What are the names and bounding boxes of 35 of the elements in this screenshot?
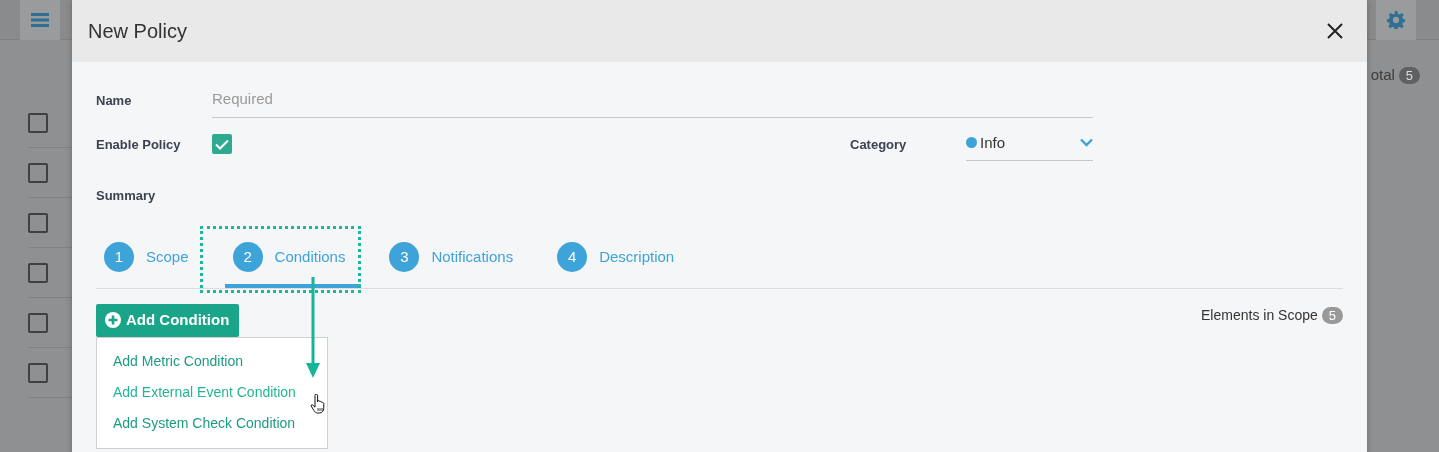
- settings-icon: [1387, 11, 1405, 29]
- status-dot: [966, 137, 977, 149]
- checkbox[interactable]: [28, 162, 48, 183]
- settings-button[interactable]: [1376, 0, 1416, 40]
- field-label: Name: [96, 92, 133, 110]
- checkbox[interactable]: [212, 134, 232, 155]
- checkbox[interactable]: [28, 362, 48, 383]
- dialog-title: New Policy: [88, 19, 187, 44]
- menu-item[interactable]: Add Metric Condition: [97, 346, 327, 378]
- count-badge: 5: [1321, 307, 1343, 324]
- checkbox[interactable]: [28, 312, 48, 333]
- add-condition-button[interactable]: Add Condition: [96, 304, 240, 337]
- section-label: Summary: [96, 188, 156, 203]
- close-icon: [1327, 23, 1343, 39]
- step-tab[interactable]: 3 Notifications: [381, 232, 530, 288]
- step-tab[interactable]: 4 Description: [549, 232, 691, 288]
- checkbox[interactable]: [28, 212, 48, 233]
- name-field[interactable]: Required: [212, 84, 1093, 118]
- menu-button[interactable]: [20, 0, 60, 40]
- category-select[interactable]: Info: [966, 127, 1093, 161]
- field-label: Category: [850, 135, 908, 154]
- plus-circle-icon: [105, 312, 121, 329]
- chevron-down-icon: [1080, 138, 1093, 148]
- select-value: Info: [980, 132, 1006, 153]
- step-tab[interactable]: 2 Conditions: [224, 232, 362, 288]
- checkbox[interactable]: [28, 112, 48, 133]
- total-count: 5: [1398, 67, 1420, 84]
- total-label: otal: [1370, 66, 1395, 83]
- menu-item[interactable]: Add System Check Condition: [97, 408, 327, 440]
- field-label: Enable Policy: [96, 135, 182, 154]
- elements-label: Elements in Scope: [1201, 307, 1318, 323]
- menu-item[interactable]: Add External Event Condition: [97, 377, 327, 409]
- menu-icon: [31, 12, 49, 28]
- checkbox[interactable]: [28, 262, 48, 283]
- step-tab[interactable]: 1 Scope: [96, 232, 205, 288]
